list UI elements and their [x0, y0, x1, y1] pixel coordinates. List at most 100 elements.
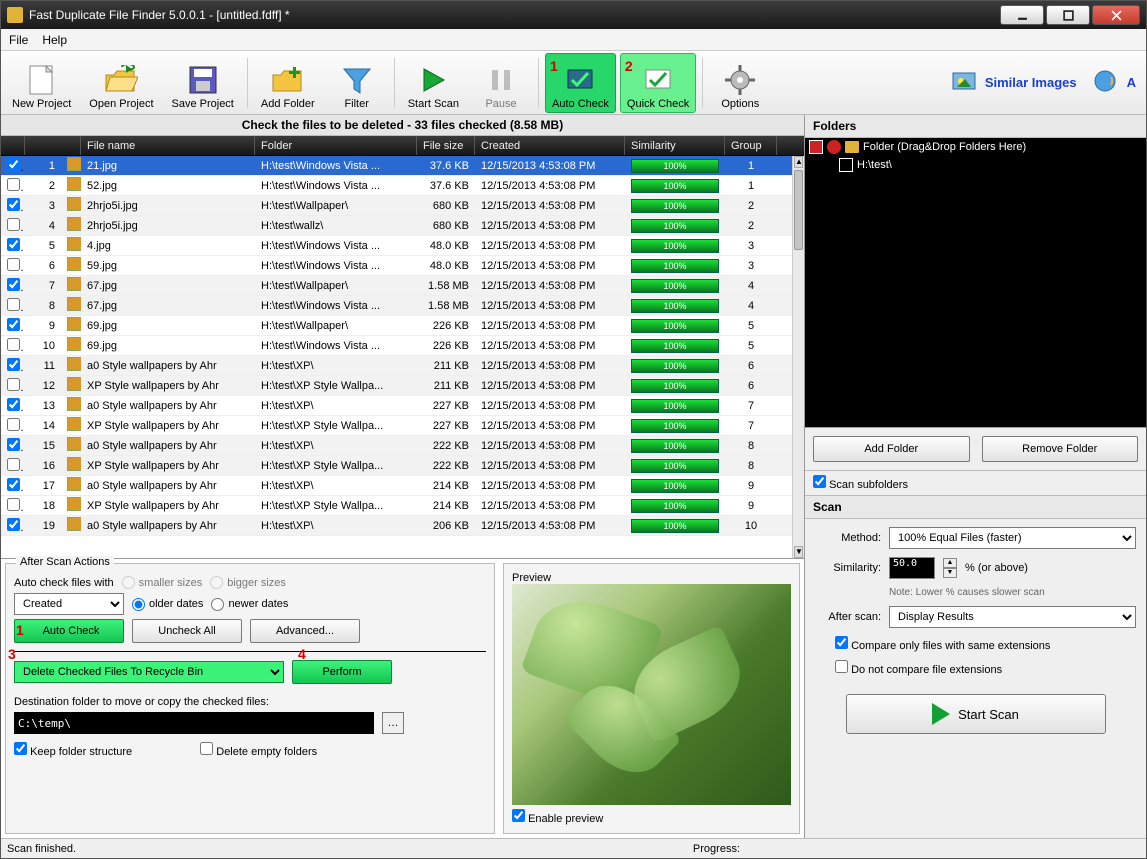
- table-row[interactable]: 767.jpgH:\test\Wallpaper\1.58 MB12/15/20…: [1, 276, 792, 296]
- table-row[interactable]: 14XP Style wallpapers by AhrH:\test\XP S…: [1, 416, 792, 436]
- similarity-input[interactable]: 50.0: [889, 557, 935, 579]
- similar-images-link[interactable]: Similar Images: [985, 75, 1077, 90]
- folder-root-row[interactable]: Folder (Drag&Drop Folders Here): [805, 138, 1146, 156]
- row-checkbox[interactable]: [7, 198, 20, 211]
- row-checkbox[interactable]: [7, 278, 20, 291]
- table-row[interactable]: 17a0 Style wallpapers by AhrH:\test\XP\2…: [1, 476, 792, 496]
- table-row[interactable]: 16XP Style wallpapers by AhrH:\test\XP S…: [1, 456, 792, 476]
- radio-smaller[interactable]: smaller sizes: [122, 576, 203, 589]
- no-compare-ext-checkbox[interactable]: Do not compare file extensions: [835, 660, 1136, 676]
- scan-subfolders-checkbox[interactable]: Scan subfolders: [813, 479, 908, 491]
- col-similarity[interactable]: Similarity: [625, 136, 725, 155]
- folder-item-row[interactable]: H:\test\: [805, 156, 1146, 174]
- table-row[interactable]: 969.jpgH:\test\Wallpaper\226 KB12/15/201…: [1, 316, 792, 336]
- table-row[interactable]: 15a0 Style wallpapers by AhrH:\test\XP\2…: [1, 436, 792, 456]
- row-checkbox[interactable]: [7, 258, 20, 271]
- options-button[interactable]: Options: [709, 53, 771, 113]
- dest-path-input[interactable]: C:\temp\: [14, 712, 374, 734]
- table-row[interactable]: 13a0 Style wallpapers by AhrH:\test\XP\2…: [1, 396, 792, 416]
- add-folder-button[interactable]: Add Folder: [254, 53, 322, 113]
- row-checkbox[interactable]: [7, 178, 20, 191]
- minus-icon[interactable]: [827, 140, 841, 154]
- method-select[interactable]: 100% Equal Files (faster): [889, 527, 1136, 549]
- row-checkbox[interactable]: [7, 518, 20, 531]
- col-num[interactable]: [25, 136, 81, 155]
- table-row[interactable]: 42hrjo5i.jpgH:\test\wallz\680 KB12/15/20…: [1, 216, 792, 236]
- vertical-scrollbar[interactable]: ▲ ▼: [792, 156, 804, 558]
- keep-structure-checkbox[interactable]: Keep folder structure: [14, 742, 132, 758]
- table-row[interactable]: 12XP Style wallpapers by AhrH:\test\XP S…: [1, 376, 792, 396]
- action-select[interactable]: Delete Checked Files To Recycle Bin: [14, 661, 284, 683]
- enable-preview-checkbox[interactable]: Enable preview: [512, 809, 791, 825]
- menu-file[interactable]: File: [9, 33, 28, 47]
- row-checkbox[interactable]: [7, 218, 20, 231]
- close-button[interactable]: [1092, 5, 1140, 25]
- table-row[interactable]: 252.jpgH:\test\Windows Vista ...37.6 KB1…: [1, 176, 792, 196]
- scroll-down-icon[interactable]: ▼: [794, 546, 803, 558]
- row-checkbox[interactable]: [7, 358, 20, 371]
- similarity-spinner[interactable]: ▲▼: [943, 558, 957, 578]
- row-checkbox[interactable]: [7, 338, 20, 351]
- table-row[interactable]: 19a0 Style wallpapers by AhrH:\test\XP\2…: [1, 516, 792, 536]
- row-checkbox[interactable]: [7, 378, 20, 391]
- scroll-thumb[interactable]: [794, 170, 803, 250]
- menu-help[interactable]: Help: [42, 33, 67, 47]
- col-check[interactable]: [1, 136, 25, 155]
- compare-ext-checkbox[interactable]: Compare only files with same extensions: [835, 636, 1136, 652]
- row-checkbox[interactable]: [7, 478, 20, 491]
- col-size[interactable]: File size: [417, 136, 475, 155]
- new-project-button[interactable]: New Project: [5, 53, 78, 113]
- delete-empty-checkbox[interactable]: Delete empty folders: [200, 742, 317, 758]
- table-row[interactable]: 659.jpgH:\test\Windows Vista ...48.0 KB1…: [1, 256, 792, 276]
- radio-newer[interactable]: newer dates: [211, 598, 288, 611]
- auto-check-action-button[interactable]: Auto Check: [14, 619, 124, 643]
- check-icon[interactable]: [809, 140, 823, 154]
- row-checkbox[interactable]: [7, 318, 20, 331]
- col-group[interactable]: Group: [725, 136, 777, 155]
- start-scan-side-button[interactable]: Start Scan: [846, 694, 1106, 734]
- auto-check-button[interactable]: 1 Auto Check: [545, 53, 616, 113]
- table-row[interactable]: 32hrjo5i.jpgH:\test\Wallpaper\680 KB12/1…: [1, 196, 792, 216]
- truncated-link[interactable]: A: [1127, 75, 1136, 90]
- save-project-button[interactable]: Save Project: [165, 53, 241, 113]
- remove-folder-button[interactable]: Remove Folder: [982, 436, 1139, 462]
- perform-button[interactable]: Perform: [292, 660, 392, 684]
- start-scan-button[interactable]: Start Scan: [401, 53, 466, 113]
- add-folder-side-button[interactable]: Add Folder: [813, 436, 970, 462]
- uncheck-all-button[interactable]: Uncheck All: [132, 619, 242, 643]
- filter-button[interactable]: Filter: [326, 53, 388, 113]
- row-checkbox[interactable]: [7, 298, 20, 311]
- table-row[interactable]: 18XP Style wallpapers by AhrH:\test\XP S…: [1, 496, 792, 516]
- criteria-select[interactable]: Created: [14, 593, 124, 615]
- advanced-button[interactable]: Advanced...: [250, 619, 360, 643]
- row-checkbox[interactable]: [7, 498, 20, 511]
- status-text: Scan finished.: [7, 843, 76, 855]
- quick-check-button[interactable]: 2 Quick Check: [620, 53, 696, 113]
- row-checkbox[interactable]: [7, 438, 20, 451]
- col-created[interactable]: Created: [475, 136, 625, 155]
- col-folder[interactable]: Folder: [255, 136, 417, 155]
- browse-button[interactable]: …: [382, 712, 404, 734]
- minimize-button[interactable]: [1000, 5, 1044, 25]
- pause-button[interactable]: Pause: [470, 53, 532, 113]
- table-row[interactable]: 867.jpgH:\test\Windows Vista ...1.58 MB1…: [1, 296, 792, 316]
- maximize-button[interactable]: [1046, 5, 1090, 25]
- table-row[interactable]: 1069.jpgH:\test\Windows Vista ...226 KB1…: [1, 336, 792, 356]
- row-checkbox[interactable]: [7, 418, 20, 431]
- row-checkbox[interactable]: [7, 238, 20, 251]
- row-checkbox[interactable]: [7, 398, 20, 411]
- radio-older[interactable]: older dates: [132, 598, 203, 611]
- folders-tree[interactable]: Folder (Drag&Drop Folders Here) H:\test\: [805, 138, 1146, 428]
- table-row[interactable]: 54.jpgH:\test\Windows Vista ...48.0 KB12…: [1, 236, 792, 256]
- row-checkbox[interactable]: [7, 458, 20, 471]
- checkbox-icon[interactable]: [839, 158, 853, 172]
- radio-bigger[interactable]: bigger sizes: [210, 576, 286, 589]
- row-checkbox[interactable]: [7, 158, 20, 171]
- scroll-up-icon[interactable]: ▲: [794, 156, 803, 168]
- col-filename[interactable]: File name: [81, 136, 255, 155]
- table-row[interactable]: 11a0 Style wallpapers by AhrH:\test\XP\2…: [1, 356, 792, 376]
- jpg-icon: [67, 297, 81, 311]
- table-row[interactable]: 121.jpgH:\test\Windows Vista ...37.6 KB1…: [1, 156, 792, 176]
- open-project-button[interactable]: Open Project: [82, 53, 160, 113]
- after-scan-select[interactable]: Display Results: [889, 606, 1136, 628]
